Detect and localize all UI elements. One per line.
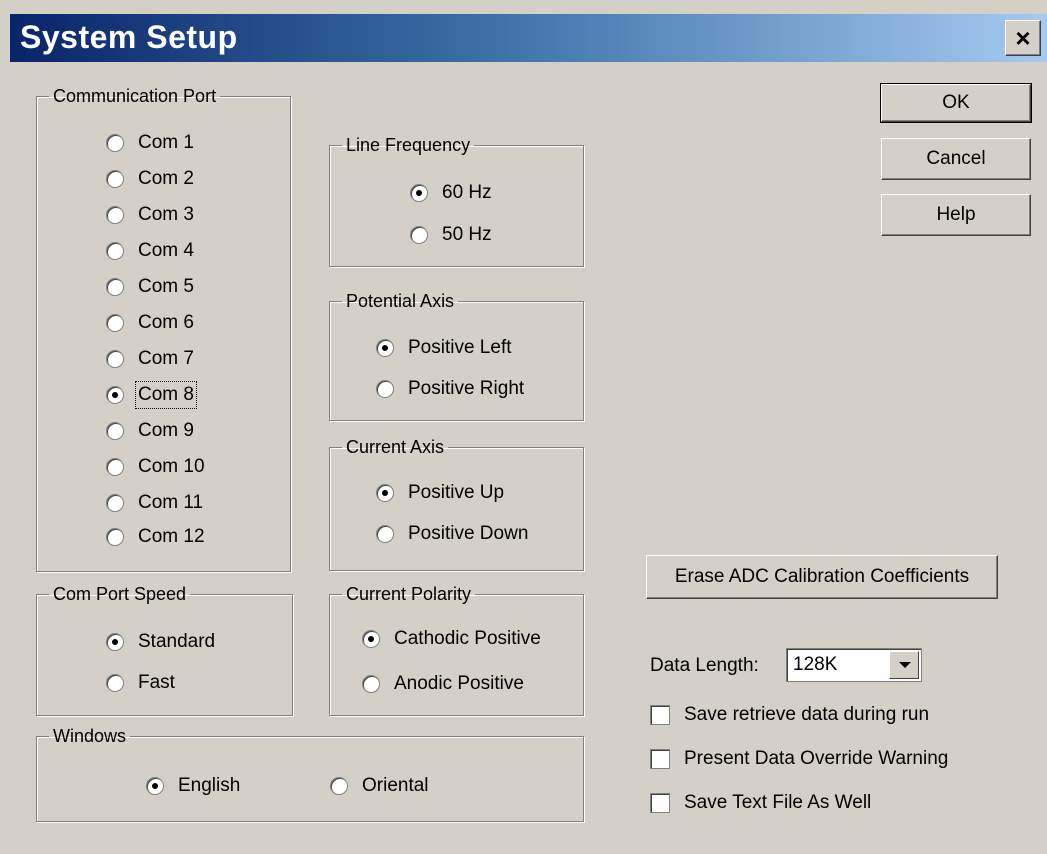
radio-button-icon	[106, 528, 124, 546]
radio-60hz[interactable]: 60 Hz	[410, 182, 492, 204]
radio-button-icon	[376, 525, 394, 543]
system-setup-dialog: System Setup × Communication Port Com 1 …	[0, 0, 1047, 854]
radio-positive-up[interactable]: Positive Up	[376, 482, 504, 504]
radio-button-icon	[106, 170, 124, 188]
potential-axis-legend: Potential Axis	[346, 291, 455, 311]
radio-com-6[interactable]: Com 6	[106, 312, 194, 334]
radio-button-icon	[106, 134, 124, 152]
checkbox-save-text-file[interactable]: Save Text File As Well	[650, 792, 871, 814]
radio-com-10[interactable]: Com 10	[106, 456, 205, 478]
radio-com-5[interactable]: Com 5	[106, 276, 194, 298]
radio-button-icon	[106, 494, 124, 512]
radio-button-icon	[106, 314, 124, 332]
radio-com-2[interactable]: Com 2	[106, 168, 194, 190]
radio-button-icon	[410, 226, 428, 244]
radio-com-3[interactable]: Com 3	[106, 204, 194, 226]
radio-button-selected-icon	[376, 339, 394, 357]
radio-com-4[interactable]: Com 4	[106, 240, 194, 262]
radio-positive-down[interactable]: Positive Down	[376, 523, 528, 545]
close-icon: ×	[1015, 23, 1031, 53]
radio-button-icon	[106, 674, 124, 692]
data-length-label: Data Length:	[650, 655, 759, 676]
checkbox-icon	[650, 793, 670, 813]
radio-positive-left[interactable]: Positive Left	[376, 337, 512, 359]
radio-com-11[interactable]: Com 11	[106, 492, 203, 514]
chevron-down-icon[interactable]	[889, 651, 919, 679]
checkbox-save-retrieve-data[interactable]: Save retrieve data during run	[650, 704, 929, 726]
help-button[interactable]: Help	[881, 194, 1031, 236]
radio-button-icon	[106, 422, 124, 440]
radio-fast[interactable]: Fast	[106, 672, 175, 694]
radio-button-icon	[106, 242, 124, 260]
current-axis-legend: Current Axis	[346, 437, 445, 457]
radio-button-selected-icon	[362, 630, 380, 648]
radio-standard[interactable]: Standard	[106, 631, 215, 653]
radio-com-1[interactable]: Com 1	[106, 132, 194, 154]
radio-english[interactable]: English	[146, 775, 240, 797]
erase-adc-calibration-button[interactable]: Erase ADC Calibration Coefficients	[646, 555, 998, 599]
radio-50hz[interactable]: 50 Hz	[410, 224, 492, 246]
close-button[interactable]: ×	[1005, 20, 1041, 56]
current-polarity-legend: Current Polarity	[346, 584, 472, 604]
radio-button-icon	[362, 675, 380, 693]
radio-button-icon	[106, 458, 124, 476]
radio-button-selected-icon	[410, 184, 428, 202]
ok-button[interactable]: OK	[880, 83, 1032, 123]
radio-button-icon	[106, 278, 124, 296]
radio-button-icon	[106, 206, 124, 224]
title-bar: System Setup ×	[10, 14, 1047, 62]
windows-language-group: Windows	[36, 726, 584, 822]
cancel-button[interactable]: Cancel	[881, 138, 1031, 180]
radio-button-icon	[106, 350, 124, 368]
radio-button-selected-icon	[106, 386, 124, 404]
checkbox-icon	[650, 749, 670, 769]
data-length-value: 128K	[793, 654, 838, 675]
dialog-title: System Setup	[20, 19, 238, 55]
radio-button-icon	[376, 380, 394, 398]
radio-com-7[interactable]: Com 7	[106, 348, 194, 370]
radio-button-selected-icon	[146, 777, 164, 795]
radio-cathodic-positive[interactable]: Cathodic Positive	[362, 628, 541, 650]
radio-button-selected-icon	[376, 484, 394, 502]
checkbox-present-override-warning[interactable]: Present Data Override Warning	[650, 748, 948, 770]
radio-com-9[interactable]: Com 9	[106, 420, 194, 442]
radio-button-selected-icon	[106, 633, 124, 651]
radio-positive-right[interactable]: Positive Right	[376, 378, 524, 400]
current-axis-group: Current Axis	[329, 437, 584, 571]
radio-oriental[interactable]: Oriental	[330, 775, 429, 797]
radio-com-12[interactable]: Com 12	[106, 526, 205, 548]
windows-language-legend: Windows	[53, 726, 127, 746]
line-frequency-legend: Line Frequency	[346, 135, 471, 155]
radio-anodic-positive[interactable]: Anodic Positive	[362, 673, 524, 695]
checkbox-icon	[650, 705, 670, 725]
current-polarity-group: Current Polarity	[329, 584, 584, 716]
data-length-select[interactable]: 128K	[786, 648, 922, 682]
com-port-speed-legend: Com Port Speed	[53, 584, 187, 604]
communication-port-legend: Communication Port	[53, 86, 217, 106]
radio-com-8[interactable]: Com 8	[106, 381, 197, 409]
radio-button-icon	[330, 777, 348, 795]
